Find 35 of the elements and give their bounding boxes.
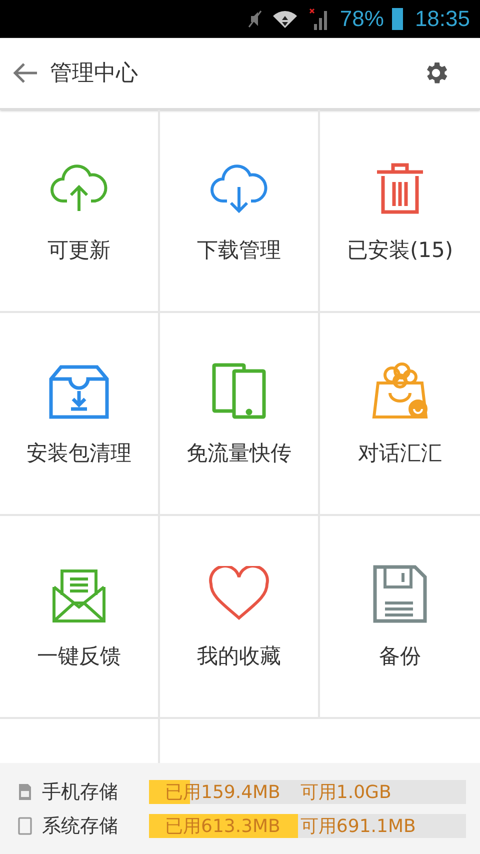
- grid-tile[interactable]: 已安装(15): [320, 110, 480, 313]
- phones-icon: [212, 360, 266, 420]
- tablet-icon: [18, 816, 32, 834]
- clock: 18:35: [414, 6, 470, 32]
- used-amount: 已用613.3MB: [165, 814, 280, 838]
- tile-label: 对话汇汇: [358, 440, 442, 466]
- smiling-bag-icon: [370, 360, 430, 420]
- tile-label: 可更新: [48, 236, 110, 264]
- grid-tile[interactable]: 一键反馈: [0, 516, 160, 719]
- tile-label: 下载管理: [197, 236, 281, 264]
- tile-label: 一键反馈: [37, 642, 121, 670]
- back-arrow-icon: [12, 62, 38, 84]
- storage-label: 手机存储: [42, 780, 119, 804]
- grid-tile[interactable]: 对话汇汇: [320, 313, 480, 516]
- document-icon: [18, 782, 32, 800]
- grid-tile[interactable]: 我的收藏: [160, 516, 320, 719]
- tile-label: 已安装(15): [346, 236, 454, 264]
- battery-icon: [392, 8, 403, 30]
- battery-percentage: 78%: [340, 6, 384, 32]
- page-title: 管理中心: [50, 60, 139, 88]
- wifi-icon: [272, 10, 298, 28]
- grid-tile[interactable]: 安装包清理: [0, 313, 160, 516]
- grid-tile[interactable]: 备份: [320, 516, 480, 719]
- free-amount: 可用1.0GB: [300, 780, 392, 804]
- grid-tile[interactable]: 免流量快传: [160, 313, 320, 516]
- free-amount: 可用691.1MB: [300, 814, 416, 838]
- mute-icon: [248, 10, 262, 28]
- grid-tile[interactable]: 可更新: [0, 110, 160, 313]
- tile-label: 备份: [379, 642, 421, 670]
- grid-tile[interactable]: 下载管理: [160, 110, 320, 313]
- tile-label: 我的收藏: [197, 642, 281, 670]
- storage-label: 系统存储: [42, 814, 119, 838]
- tile-label: 免流量快传: [186, 440, 292, 466]
- signal-icon: [308, 8, 330, 30]
- tile-label: 安装包清理: [26, 440, 132, 466]
